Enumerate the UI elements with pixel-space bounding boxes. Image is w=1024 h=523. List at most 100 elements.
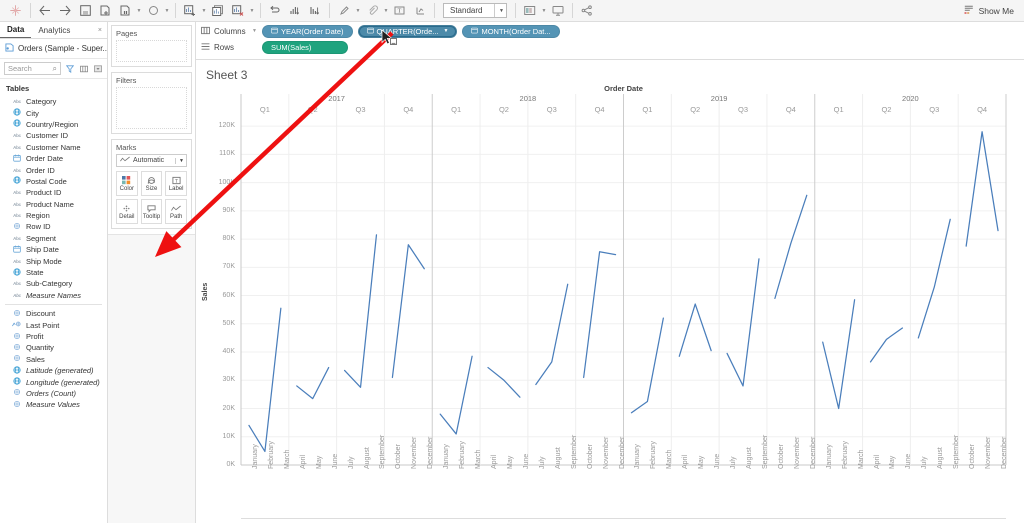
sales-line-segment[interactable] [630,317,664,414]
field-city[interactable]: City [0,107,107,118]
sales-line-segment[interactable] [535,283,569,386]
field-discount[interactable]: Discount [0,308,107,319]
abc-icon: Abc [13,281,21,287]
close-icon[interactable]: × [93,22,107,38]
field-region[interactable]: Abc Region [0,210,107,221]
sort-dropdown-icon[interactable] [92,63,103,75]
field-divider [5,304,102,306]
share-button[interactable] [577,2,597,20]
undo-button[interactable] [143,2,163,20]
grid-icon[interactable] [78,63,89,75]
new-sheet-dropdown-caret[interactable]: ▼ [200,8,208,14]
detail-button[interactable]: Detail [116,199,138,224]
color-button[interactable]: Color [116,171,138,196]
tab-analytics[interactable]: Analytics [31,22,77,38]
field-product-name[interactable]: Abc Product Name [0,199,107,210]
field-customer-name[interactable]: Abc Customer Name [0,142,107,153]
fix-axes-button[interactable] [410,2,430,20]
field-orders-count[interactable]: Orders (Count) [0,388,107,399]
sales-line-segment[interactable] [726,258,760,387]
field-quantity[interactable]: Quantity [0,342,107,353]
field-measure-values[interactable]: Measure Values [0,399,107,410]
highlight-dropdown-caret[interactable]: ▼ [354,8,362,14]
clear-sheet-button[interactable] [228,2,248,20]
clear-dropdown-caret[interactable]: ▼ [248,8,256,14]
field-row-id[interactable]: Row ID [0,221,107,232]
field-order-date[interactable]: Order Date [0,153,107,164]
field-segment[interactable]: Abc Segment [0,233,107,244]
search-input[interactable]: Search ⌕ [4,62,61,75]
field-latitude-generated[interactable]: Latitude (generated) [0,365,107,376]
sales-line-segment[interactable] [391,244,425,379]
mark-type-select[interactable]: Automatic ▼ [116,154,187,167]
data-source-item[interactable]: Orders (Sample - Super... [0,39,107,59]
path-button[interactable]: Path [165,199,187,224]
presentation-mode-button[interactable] [548,2,568,20]
field-ship-date[interactable]: Ship Date [0,244,107,255]
forward-button[interactable] [55,2,75,20]
month-tick-label: July [730,456,738,469]
pill-year-order-date[interactable]: YEAR(Order Date) [262,24,353,38]
sales-line-segment[interactable] [439,355,473,435]
field-country-region[interactable]: Country/Region [0,119,107,130]
sales-line-segment[interactable] [678,303,712,357]
pages-drop-zone[interactable] [116,40,187,62]
quarter-header: Q3 [355,105,366,114]
duplicate-sheet-button[interactable] [208,2,228,20]
field-sub-category[interactable]: Abc Sub-Category [0,278,107,289]
sales-line-segment[interactable] [583,251,617,379]
fit-select[interactable]: Standard ▼ [443,3,507,18]
pill-quarter-orde[interactable]: QUARTER(Orde... ▼ [357,24,458,38]
sort-descending-button[interactable] [305,2,325,20]
field-last-point[interactable]: Last Point [0,319,107,330]
chevron-down-icon[interactable]: ▼ [252,28,261,34]
field-profit[interactable]: Profit [0,331,107,342]
field-measure-names[interactable]: Abc Measure Names [0,290,107,301]
funnel-icon[interactable] [64,63,75,75]
undo-dropdown-caret[interactable]: ▼ [163,8,171,14]
chart-canvas[interactable]: Order Date 2017 2018 2019 2020 Q1 Q2 Q3 Q4 Q1 Q2 Q3… [196,84,1024,523]
field-postal-code[interactable]: Postal Code [0,176,107,187]
pill-month-order-dat[interactable]: MONTH(Order Dat... [462,24,560,38]
refresh-dropdown-caret[interactable]: ▼ [135,8,143,14]
field-order-id[interactable]: Abc Order ID [0,164,107,175]
chevron-down-icon[interactable]: ▼ [444,28,449,34]
tab-data[interactable]: Data [0,22,32,38]
label-button[interactable]: T Label [165,171,187,196]
field-customer-id[interactable]: Abc Customer ID [0,130,107,141]
sales-line-segment[interactable] [917,218,951,339]
back-button[interactable] [35,2,55,20]
sales-line-segment[interactable] [296,366,330,400]
show-hide-cards-button[interactable] [520,2,540,20]
pause-refresh-button[interactable] [115,2,135,20]
month-tick-label: February [267,440,275,469]
field-product-id[interactable]: Abc Product ID [0,187,107,198]
paperclip-icon[interactable] [362,2,382,20]
tooltip-button[interactable]: Tooltip [140,199,163,224]
sales-line-segment[interactable] [965,131,999,247]
highlighter-icon[interactable] [334,2,354,20]
pill-sum-sales[interactable]: SUM(Sales) [262,40,348,54]
field-sales[interactable]: Sales [0,354,107,365]
filters-drop-zone[interactable] [116,87,187,129]
field-category[interactable]: Abc Category [0,96,107,107]
swap-rows-columns-button[interactable] [265,2,285,20]
show-me-button[interactable]: Show Me [958,5,1020,17]
columns-drop-zone[interactable]: YEAR(Order Date) QUARTER(Orde... ▼ MONTH(Or… [262,24,1020,38]
save-button[interactable] [75,2,95,20]
show-mark-labels-button[interactable]: T [390,2,410,20]
size-button[interactable]: Size [140,171,163,196]
group-dropdown-caret[interactable]: ▼ [382,8,390,14]
field-state[interactable]: State [0,267,107,278]
sales-line-segment[interactable] [822,299,856,410]
sales-line-segment[interactable] [343,234,378,388]
cards-dropdown-caret[interactable]: ▼ [540,8,548,14]
new-worksheet-button[interactable] [180,2,200,20]
sales-line-segment[interactable] [487,366,521,398]
field-longitude-generated[interactable]: Longitude (generated) [0,376,107,387]
rows-drop-zone[interactable]: SUM(Sales) [262,40,1020,54]
add-data-source-button[interactable] [95,2,115,20]
field-ship-mode[interactable]: Abc Ship Mode [0,255,107,266]
sales-line-segment[interactable] [869,327,904,363]
sort-ascending-button[interactable] [285,2,305,20]
